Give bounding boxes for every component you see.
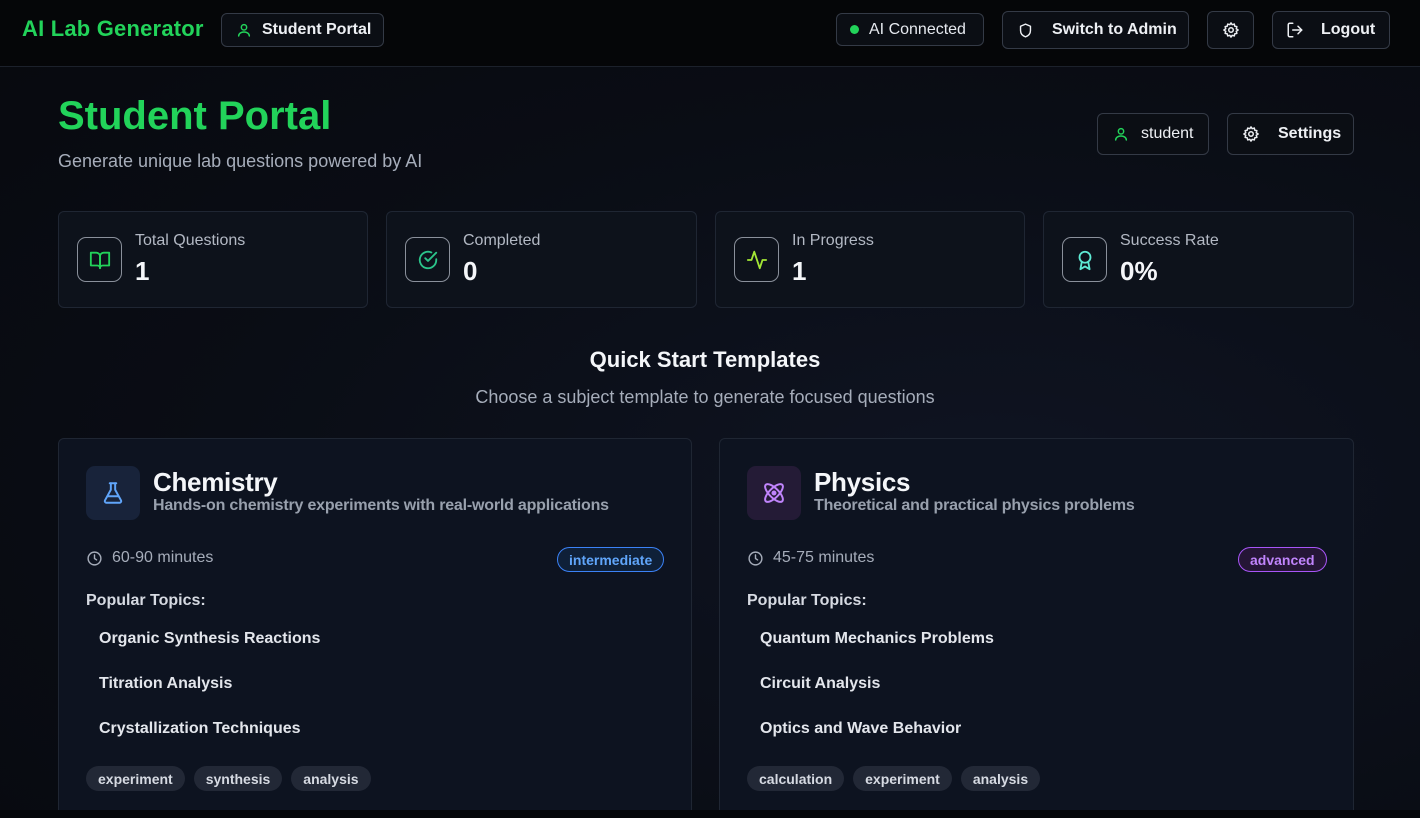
section-title: Quick Start Templates <box>589 347 821 372</box>
user-icon <box>236 22 252 38</box>
tag: analysis <box>960 766 1041 791</box>
duration-label: 45-75 minutes <box>773 549 875 566</box>
check-circle-icon <box>405 237 450 282</box>
template-card-chemistry[interactable]: Chemistry Hands-on chemistry experiments… <box>58 438 692 818</box>
page-subtitle: Generate unique lab questions powered by… <box>58 151 423 171</box>
stat-card-total-questions: Total Questions 1 <box>58 211 368 308</box>
stat-value: 1 <box>792 256 807 286</box>
clock-icon <box>747 550 764 567</box>
template-description: Hands-on chemistry experiments with real… <box>153 497 609 514</box>
topic-item[interactable]: Quantum Mechanics Problems <box>760 630 994 648</box>
topic-item[interactable]: Crystallization Techniques <box>99 720 301 738</box>
stat-card-in-progress: In Progress 1 <box>715 211 1025 308</box>
stat-value: 0% <box>1120 256 1158 286</box>
stat-label: Total Questions <box>135 232 246 249</box>
tag-list: experiment synthesis analysis <box>86 766 371 791</box>
section-subtitle: Choose a subject template to generate fo… <box>475 387 935 407</box>
flask-icon <box>86 466 140 520</box>
stat-card-completed: Completed 0 <box>386 211 697 308</box>
stat-value: 1 <box>135 256 150 286</box>
logout-label: Logout <box>1321 21 1376 38</box>
tag: experiment <box>86 766 185 791</box>
template-description: Theoretical and practical physics proble… <box>814 497 1135 514</box>
tag-list: calculation experiment analysis <box>747 766 1041 791</box>
ai-status-label: AI Connected <box>869 20 966 38</box>
popular-topics-label: Popular Topics: <box>86 592 206 609</box>
shield-icon <box>1017 22 1034 39</box>
settings-label: Settings <box>1278 125 1342 142</box>
stat-label: Success Rate <box>1120 232 1219 249</box>
tag: analysis <box>291 766 371 791</box>
settings-button[interactable]: Settings <box>1227 113 1354 155</box>
award-icon <box>1062 237 1107 282</box>
template-title: Chemistry <box>153 467 278 497</box>
user-icon <box>1113 126 1129 142</box>
stat-card-success-rate: Success Rate 0% <box>1043 211 1354 308</box>
settings-icon-button[interactable] <box>1207 11 1254 49</box>
popular-topics-label: Popular Topics: <box>747 592 867 609</box>
atom-icon <box>747 466 801 520</box>
bottom-edge <box>0 810 1420 818</box>
app-logo-text[interactable]: AI Lab Generator <box>22 16 204 42</box>
topic-item[interactable]: Organic Synthesis Reactions <box>99 630 320 648</box>
topic-item[interactable]: Optics and Wave Behavior <box>760 720 961 738</box>
stat-label: Completed <box>463 232 541 249</box>
template-duration: 60-90 minutes <box>86 549 213 567</box>
gear-icon <box>1242 125 1260 143</box>
logout-icon <box>1286 21 1304 39</box>
user-profile-button[interactable]: student <box>1097 113 1209 155</box>
stat-label: In Progress <box>792 232 874 249</box>
page-title: Student Portal <box>58 94 332 138</box>
stat-value: 0 <box>463 256 478 286</box>
difficulty-badge: advanced <box>1238 547 1327 572</box>
tag: experiment <box>853 766 952 791</box>
template-title: Physics <box>814 467 911 497</box>
gear-icon <box>1222 21 1240 39</box>
difficulty-badge: intermediate <box>557 547 665 572</box>
activity-icon <box>734 237 779 282</box>
topic-item[interactable]: Circuit Analysis <box>760 675 880 693</box>
portal-badge: Student Portal <box>221 13 384 47</box>
clock-icon <box>86 550 103 567</box>
ai-status-badge: AI Connected <box>836 13 984 46</box>
switch-to-admin-button[interactable]: Switch to Admin <box>1002 11 1189 49</box>
user-label: student <box>1141 125 1194 142</box>
status-dot-icon <box>850 25 859 34</box>
template-duration: 45-75 minutes <box>747 549 874 567</box>
template-card-physics[interactable]: Physics Theoretical and practical physic… <box>719 438 1354 818</box>
logout-button[interactable]: Logout <box>1272 11 1390 49</box>
portal-badge-label: Student Portal <box>262 21 372 38</box>
tag: synthesis <box>193 766 283 791</box>
topic-item[interactable]: Titration Analysis <box>99 675 232 693</box>
duration-label: 60-90 minutes <box>112 549 214 566</box>
book-icon <box>77 237 122 282</box>
top-navbar: AI Lab Generator Student Portal AI Conne… <box>0 0 1420 67</box>
switch-to-admin-label: Switch to Admin <box>1052 21 1177 38</box>
tag: calculation <box>747 766 845 791</box>
